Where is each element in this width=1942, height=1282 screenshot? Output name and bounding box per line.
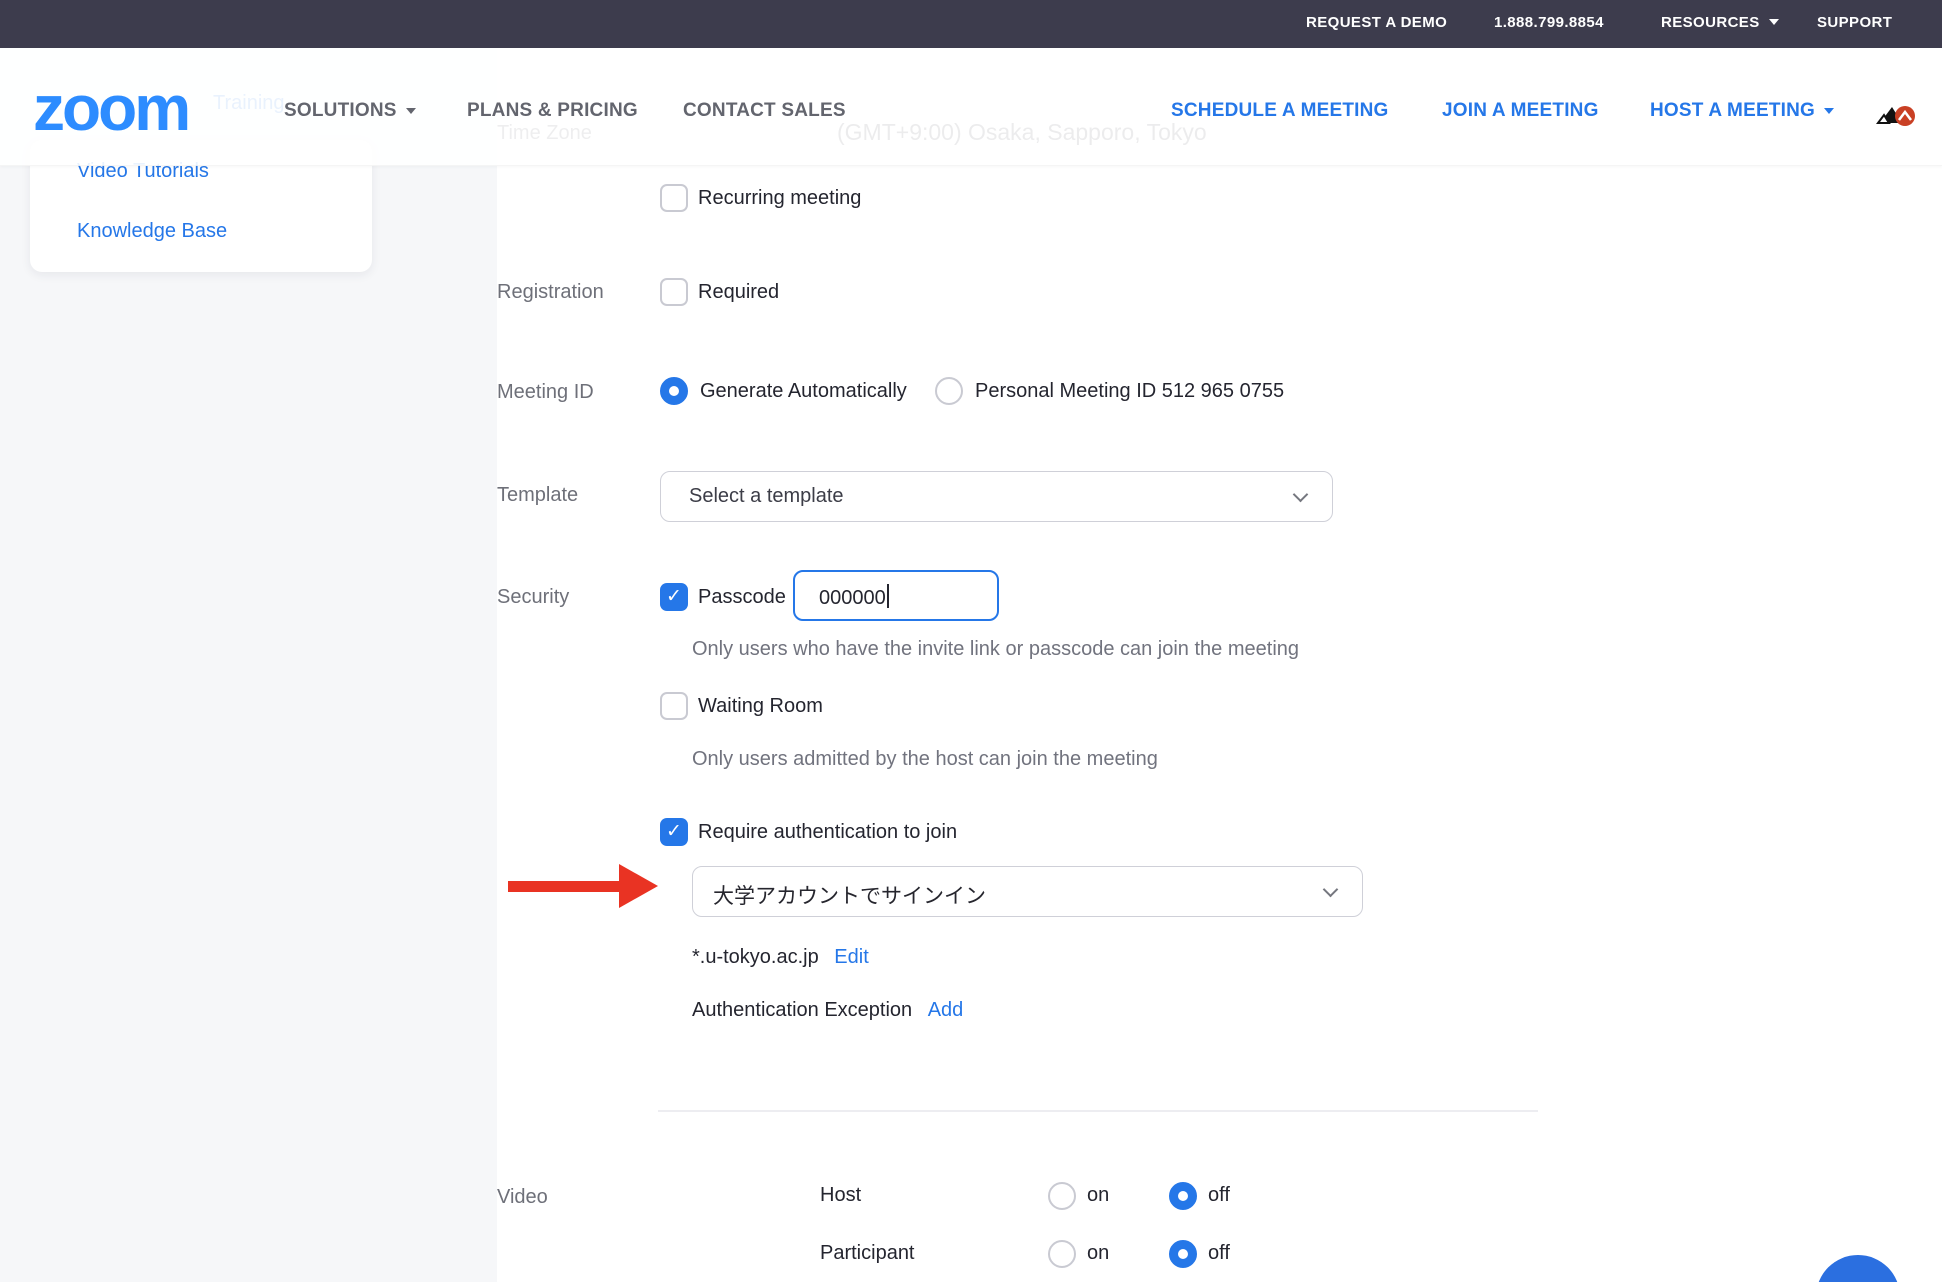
nav-contact-sales[interactable]: CONTACT SALES xyxy=(683,100,846,122)
passcode-value: 000000 xyxy=(819,587,886,609)
passcode-label: Passcode xyxy=(698,586,786,609)
nav-solutions[interactable]: SOLUTIONS xyxy=(284,100,416,122)
waiting-room-label: Waiting Room xyxy=(698,695,823,718)
registration-label: Registration xyxy=(497,281,604,304)
passcode-input[interactable]: 000000 xyxy=(793,570,999,621)
red-annotation-arrow xyxy=(508,864,658,908)
passcode-checkbox[interactable]: ✓ xyxy=(660,583,688,611)
auth-domain-row: *.u-tokyo.ac.jp Edit xyxy=(692,946,869,969)
personal-meeting-id-radio[interactable] xyxy=(935,377,963,405)
video-label: Video xyxy=(497,1186,548,1209)
support-link[interactable]: SUPPORT xyxy=(1817,14,1892,31)
sidebar-item-knowledge-base[interactable]: Knowledge Base xyxy=(77,220,227,243)
registration-required-checkbox[interactable] xyxy=(660,278,688,306)
profile-avatar[interactable] xyxy=(1872,85,1920,133)
generate-automatically-radio[interactable] xyxy=(660,377,688,405)
resources-label: RESOURCES xyxy=(1661,14,1760,31)
nav-host-meeting[interactable]: HOST A MEETING xyxy=(1650,100,1834,122)
auth-exception-label: Authentication Exception xyxy=(692,999,912,1021)
resources-menu[interactable]: RESOURCES xyxy=(1661,14,1779,31)
personal-meeting-id-label[interactable]: Personal Meeting ID 512 965 0755 xyxy=(975,380,1284,403)
chevron-down-icon xyxy=(1293,487,1309,503)
zoom-schedule-meeting-page: Training Time Zone (GMT+9:00) Osaka, Sap… xyxy=(0,0,1942,1282)
security-label: Security xyxy=(497,586,569,609)
recurring-meeting-label: Recurring meeting xyxy=(698,187,861,210)
utility-topbar: REQUEST A DEMO 1.888.799.8854 RESOURCES … xyxy=(0,0,1942,48)
meeting-id-label: Meeting ID xyxy=(497,381,594,404)
edit-link[interactable]: Edit xyxy=(834,946,868,968)
host-video-off-label[interactable]: off xyxy=(1208,1184,1230,1207)
host-video-on-radio[interactable] xyxy=(1048,1182,1076,1210)
generate-automatically-label[interactable]: Generate Automatically xyxy=(700,380,907,403)
nav-host-meeting-label: HOST A MEETING xyxy=(1650,100,1815,121)
caret-down-icon xyxy=(406,108,416,114)
template-label: Template xyxy=(497,484,578,507)
participant-video-on-label[interactable]: on xyxy=(1087,1242,1109,1265)
participant-video-off-label[interactable]: off xyxy=(1208,1242,1230,1265)
template-select[interactable]: Select a template xyxy=(660,471,1333,522)
waiting-room-help-text: Only users admitted by the host can join… xyxy=(692,748,1158,771)
caret-down-icon xyxy=(1824,108,1834,114)
participant-label: Participant xyxy=(820,1242,915,1265)
host-video-on-label[interactable]: on xyxy=(1087,1184,1109,1207)
add-link[interactable]: Add xyxy=(928,999,964,1021)
waiting-room-checkbox[interactable] xyxy=(660,692,688,720)
text-cursor xyxy=(887,584,889,608)
nav-solutions-label: SOLUTIONS xyxy=(284,100,397,121)
help-chat-button[interactable] xyxy=(1816,1255,1900,1282)
main-navbar: zoom SOLUTIONS PLANS & PRICING CONTACT S… xyxy=(0,48,1942,166)
participant-video-on-radio[interactable] xyxy=(1048,1240,1076,1268)
require-authentication-checkbox[interactable]: ✓ xyxy=(660,818,688,846)
nav-schedule-meeting[interactable]: SCHEDULE A MEETING xyxy=(1171,100,1389,122)
passcode-help-text: Only users who have the invite link or p… xyxy=(692,638,1299,661)
auth-exception-row: Authentication Exception Add xyxy=(692,999,963,1022)
authentication-method-value: 大学アカウントでサインイン xyxy=(713,880,986,910)
nav-plans-pricing[interactable]: PLANS & PRICING xyxy=(467,100,638,122)
template-select-value: Select a template xyxy=(689,485,844,508)
auth-domain-value: *.u-tokyo.ac.jp xyxy=(692,946,819,968)
chevron-down-icon xyxy=(1323,882,1339,898)
caret-down-icon xyxy=(1769,19,1779,25)
authentication-method-select[interactable]: 大学アカウントでサインイン xyxy=(692,866,1363,917)
zoom-logo[interactable]: zoom xyxy=(33,76,188,140)
arrow-head xyxy=(619,864,658,908)
section-divider xyxy=(658,1110,1538,1112)
host-label: Host xyxy=(820,1184,861,1207)
host-video-off-radio[interactable] xyxy=(1169,1182,1197,1210)
arrow-shaft xyxy=(508,881,620,892)
registration-required-label: Required xyxy=(698,281,779,304)
request-demo-link[interactable]: REQUEST A DEMO xyxy=(1306,14,1447,31)
require-authentication-label: Require authentication to join xyxy=(698,821,957,844)
recurring-meeting-checkbox[interactable] xyxy=(660,184,688,212)
nav-join-meeting[interactable]: JOIN A MEETING xyxy=(1442,100,1599,122)
participant-video-off-radio[interactable] xyxy=(1169,1240,1197,1268)
phone-number[interactable]: 1.888.799.8854 xyxy=(1494,14,1604,31)
mountain-logo-icon xyxy=(1872,85,1920,133)
